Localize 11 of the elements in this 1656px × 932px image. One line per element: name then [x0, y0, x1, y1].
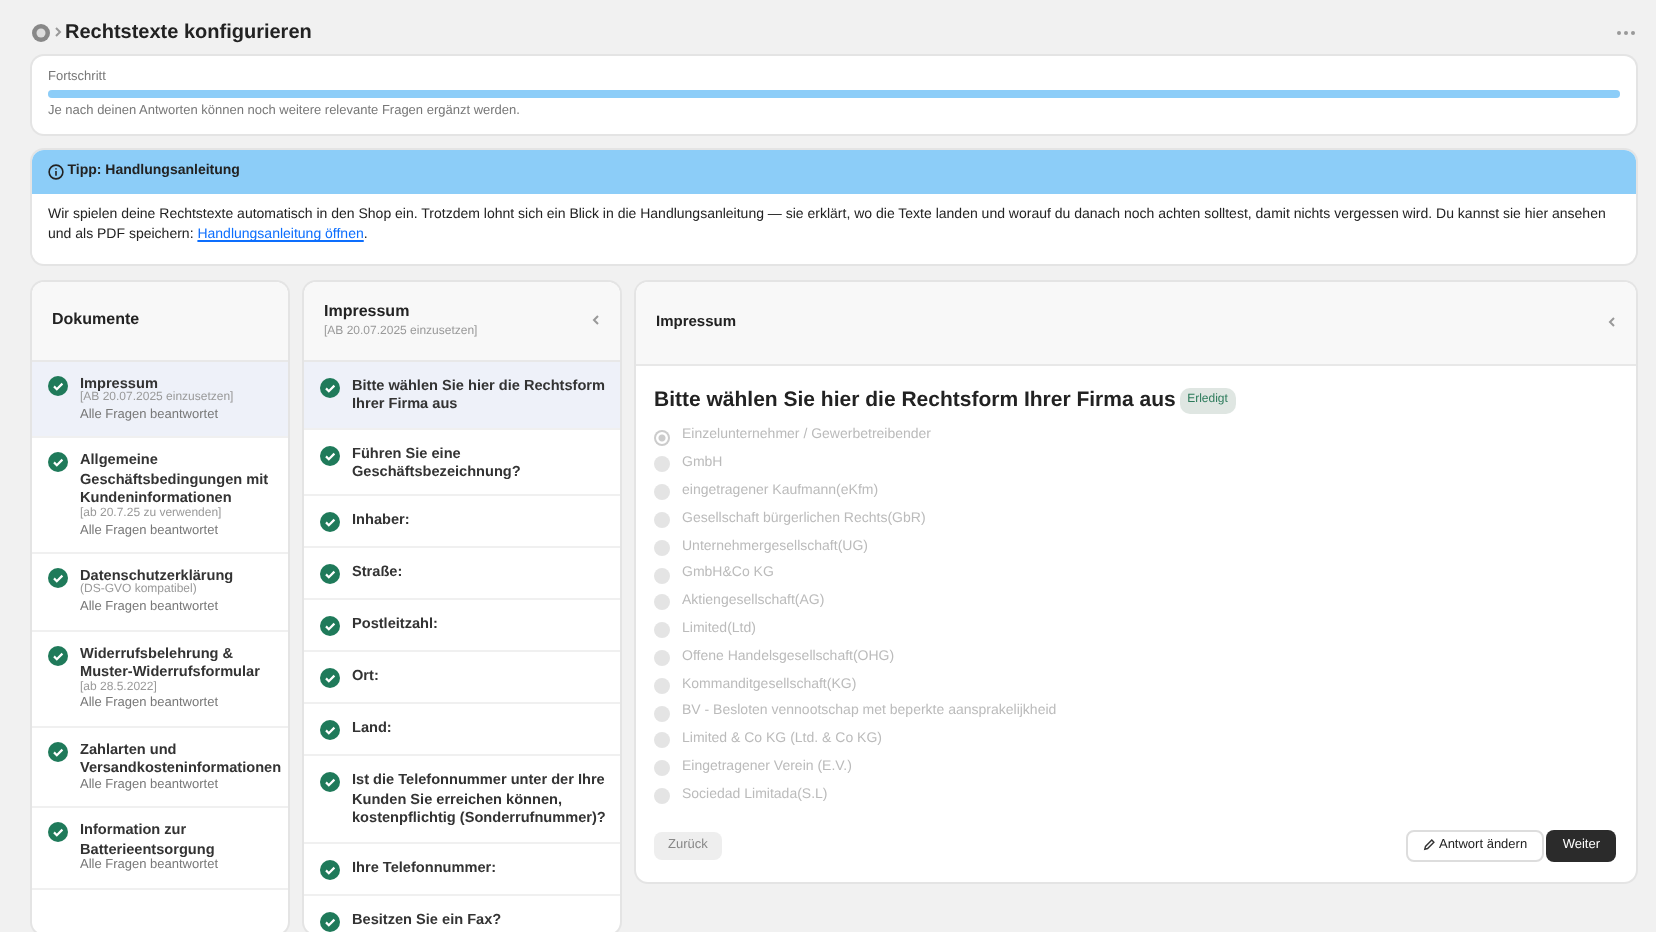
- more-icon[interactable]: [1616, 29, 1636, 35]
- panel-title: Impressum: [324, 299, 412, 324]
- info-icon: [48, 164, 64, 180]
- page-title: Rechtstexte konfigurieren: [65, 19, 312, 47]
- panel-title: Dokumente: [52, 308, 140, 333]
- chevron-left-icon[interactable]: [1608, 316, 1616, 329]
- question-heading: Bitte wählen Sie hier die Rechtsform Ihrer Firma aus: [654, 385, 1176, 416]
- pencil-icon: [1421, 838, 1436, 853]
- chevron-left-icon[interactable]: [592, 314, 600, 327]
- chevron-right-icon: [53, 26, 62, 38]
- logo-icon: [32, 23, 50, 41]
